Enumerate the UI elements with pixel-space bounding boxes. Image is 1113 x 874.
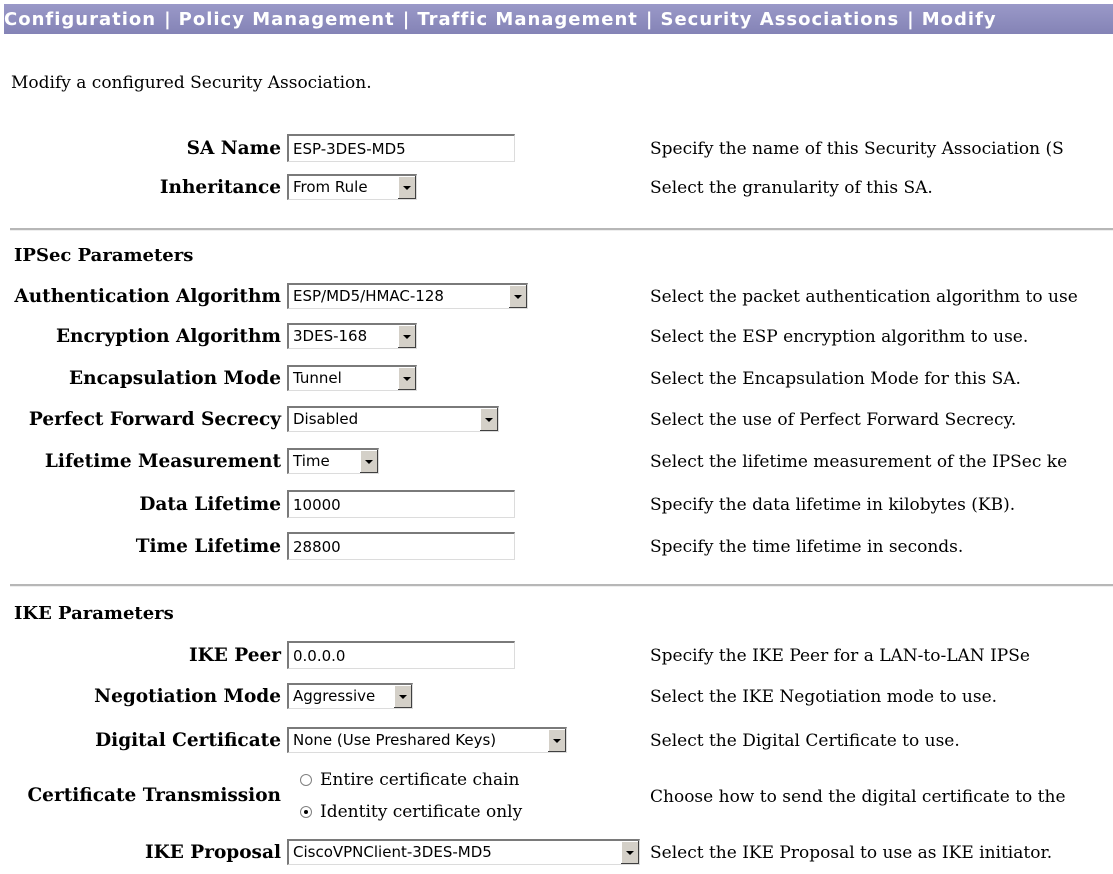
lifetime-measurement-desc: Select the lifetime measurement of the I… [650, 452, 1068, 472]
section-divider [10, 228, 1113, 231]
time-lifetime-input[interactable] [287, 532, 515, 560]
breadcrumb-separator: | [164, 8, 171, 30]
lifetime-measurement-label: Lifetime Measurement [44, 451, 281, 472]
enc-alg-row: Encryption Algorithm 3DES-168 Select the… [0, 321, 1113, 351]
ike-peer-row: IKE Peer Specify the IKE Peer for a LAN-… [0, 640, 1113, 670]
chevron-down-icon[interactable] [547, 729, 566, 752]
data-lifetime-input[interactable] [287, 490, 515, 518]
pfs-row: Perfect Forward Secrecy Disabled Select … [0, 404, 1113, 434]
radio-identity-only[interactable]: Identity certificate only [300, 802, 522, 822]
inheritance-select[interactable]: From Rule [287, 174, 417, 200]
lifetime-measurement-select-value: Time [293, 452, 330, 470]
pfs-select[interactable]: Disabled [287, 406, 499, 432]
ike-proposal-desc: Select the IKE Proposal to use as IKE in… [650, 843, 1053, 863]
cert-transmission-desc: Choose how to send the digital certifica… [650, 787, 1066, 807]
chevron-down-icon[interactable] [479, 408, 498, 431]
breadcrumb-separator: | [402, 8, 410, 30]
negotiation-mode-row: Negotiation Mode Aggressive Select the I… [0, 681, 1113, 711]
cert-transmission-label: Certificate Transmission [27, 785, 281, 806]
section-divider [10, 584, 1113, 587]
pfs-select-value: Disabled [293, 410, 359, 428]
chevron-down-icon[interactable] [620, 841, 639, 864]
inheritance-desc: Select the granularity of this SA. [650, 178, 933, 198]
page-intro: Modify a configured Security Association… [11, 73, 372, 93]
chevron-down-icon[interactable] [359, 450, 378, 473]
ike-proposal-select[interactable]: CiscoVPNClient-3DES-MD5 [287, 839, 640, 865]
enc-alg-select[interactable]: 3DES-168 [287, 323, 417, 349]
breadcrumb-modify: Modify [921, 8, 997, 30]
ike-section-title: IKE Parameters [14, 603, 174, 624]
auth-alg-select-value: ESP/MD5/HMAC-128 [293, 287, 444, 305]
sa-name-input[interactable] [287, 134, 515, 162]
enc-alg-select-value: 3DES-168 [293, 327, 368, 345]
encap-mode-select[interactable]: Tunnel [287, 365, 417, 391]
inheritance-label: Inheritance [159, 177, 281, 198]
radio-button-unselected[interactable] [300, 774, 312, 786]
chevron-down-icon[interactable] [397, 176, 416, 199]
auth-alg-select[interactable]: ESP/MD5/HMAC-128 [287, 283, 528, 309]
chevron-down-icon[interactable] [397, 367, 416, 390]
ipsec-section-title: IPSec Parameters [14, 245, 194, 266]
cert-transmission-row: Certificate Transmission Entire certific… [0, 768, 1113, 828]
sa-name-label: SA Name [186, 138, 281, 159]
auth-alg-label: Authentication Algorithm [14, 286, 281, 307]
ike-proposal-label: IKE Proposal [145, 842, 281, 863]
ike-peer-input[interactable] [287, 641, 515, 669]
enc-alg-desc: Select the ESP encryption algorithm to u… [650, 327, 1029, 347]
lifetime-measurement-select[interactable]: Time [287, 448, 379, 474]
chevron-down-icon[interactable] [508, 285, 527, 308]
chevron-down-icon[interactable] [397, 325, 416, 348]
encap-mode-label: Encapsulation Mode [69, 368, 281, 389]
time-lifetime-label: Time Lifetime [135, 536, 281, 557]
auth-alg-desc: Select the packet authentication algorit… [650, 287, 1078, 307]
lifetime-measurement-row: Lifetime Measurement Time Select the lif… [0, 446, 1113, 476]
radio-entire-chain-label: Entire certificate chain [320, 770, 520, 790]
breadcrumb-traffic-management[interactable]: Traffic Management [417, 9, 638, 30]
breadcrumb-separator: | [907, 8, 914, 30]
time-lifetime-desc: Specify the time lifetime in seconds. [650, 537, 964, 557]
breadcrumb-security-associations[interactable]: Security Associations [660, 9, 899, 30]
digital-cert-label: Digital Certificate [95, 730, 281, 751]
enc-alg-label: Encryption Algorithm [55, 326, 281, 347]
breadcrumb-policy-management[interactable]: Policy Management [179, 9, 395, 30]
time-lifetime-row: Time Lifetime Specify the time lifetime … [0, 531, 1113, 561]
encap-mode-desc: Select the Encapsulation Mode for this S… [650, 369, 1021, 389]
digital-cert-desc: Select the Digital Certificate to use. [650, 731, 960, 751]
ike-peer-label: IKE Peer [189, 645, 281, 666]
breadcrumb: Configuration | Policy Management | Traf… [4, 4, 1113, 34]
inheritance-select-value: From Rule [293, 178, 368, 196]
negotiation-mode-select-value: Aggressive [293, 687, 376, 705]
negotiation-mode-select[interactable]: Aggressive [287, 683, 413, 709]
pfs-desc: Select the use of Perfect Forward Secrec… [650, 410, 1017, 430]
encap-mode-select-value: Tunnel [293, 369, 342, 387]
negotiation-mode-desc: Select the IKE Negotiation mode to use. [650, 687, 998, 707]
pfs-label: Perfect Forward Secrecy [28, 409, 281, 430]
radio-identity-only-label: Identity certificate only [320, 802, 523, 822]
digital-cert-row: Digital Certificate None (Use Preshared … [0, 725, 1113, 755]
sa-name-desc: Specify the name of this Security Associ… [650, 139, 1064, 159]
breadcrumb-separator: | [645, 8, 653, 30]
inheritance-row: Inheritance From Rule Select the granula… [0, 172, 1113, 202]
ike-proposal-row: IKE Proposal CiscoVPNClient-3DES-MD5 Sel… [0, 837, 1113, 867]
auth-alg-row: Authentication Algorithm ESP/MD5/HMAC-12… [0, 281, 1113, 311]
data-lifetime-row: Data Lifetime Specify the data lifetime … [0, 489, 1113, 519]
ike-peer-desc: Specify the IKE Peer for a LAN-to-LAN IP… [650, 646, 1030, 666]
radio-entire-chain[interactable]: Entire certificate chain [300, 770, 519, 790]
chevron-down-icon[interactable] [393, 685, 412, 708]
ike-proposal-select-value: CiscoVPNClient-3DES-MD5 [293, 843, 492, 861]
negotiation-mode-label: Negotiation Mode [94, 686, 281, 707]
sa-name-row: SA Name Specify the name of this Securit… [0, 133, 1113, 163]
data-lifetime-desc: Specify the data lifetime in kilobytes (… [650, 495, 1016, 515]
radio-button-selected[interactable] [300, 806, 312, 818]
encap-mode-row: Encapsulation Mode Tunnel Select the Enc… [0, 363, 1113, 393]
breadcrumb-configuration[interactable]: Configuration [4, 9, 156, 30]
digital-cert-select[interactable]: None (Use Preshared Keys) [287, 727, 567, 753]
digital-cert-select-value: None (Use Preshared Keys) [293, 731, 497, 749]
data-lifetime-label: Data Lifetime [139, 494, 281, 515]
